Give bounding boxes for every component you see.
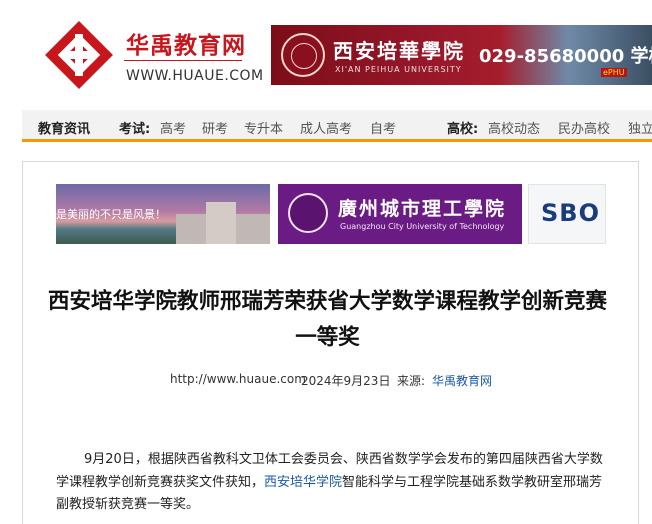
banner-school-en: XI'AN PEIHUA UNIVERSITY — [335, 65, 462, 74]
nav-exam-link[interactable]: 研考 — [202, 118, 228, 137]
sbo-logo-text: SBO — [541, 199, 600, 227]
university-seal-icon — [281, 33, 325, 77]
gcu-ad[interactable]: 廣州城市理工學院 Guangzhou City University of Te… — [278, 184, 522, 244]
header-banner-ad[interactable]: 西安培華學院 XI'AN PEIHUA UNIVERSITY 029-85680… — [271, 25, 652, 85]
nav-school-link[interactable]: 高校动态 — [488, 118, 540, 137]
ad1-slogan: 是美丽的不只是风景！ — [56, 208, 166, 221]
article-paragraph: 9月20日，根据陕西省教科文卫体工会委员会、陕西省数学学会发布的第四届陕西省大学… — [56, 449, 608, 517]
banner-tag: ePHU — [601, 68, 627, 77]
article-url: http://www.huaue.com — [170, 372, 306, 386]
school-link[interactable]: 西安培华学院 — [264, 475, 342, 490]
nav-exam-label: 考试: — [119, 122, 151, 137]
nav-school-link[interactable]: 独立 — [628, 118, 652, 137]
site-name[interactable]: 华禹教育网 — [126, 26, 246, 60]
nav-news-link[interactable]: 教育资讯 — [38, 118, 90, 137]
article-source-label: 来源: — [397, 374, 426, 388]
banner-school-name: 西安培華學院 — [333, 39, 465, 63]
article-date: 2024年9月23日 — [301, 374, 391, 388]
nav-exam-link[interactable]: 成人高考 — [300, 118, 352, 137]
banner-phone: 029-85680000 学校代 — [479, 46, 652, 67]
sbo-ad[interactable]: SBO — [528, 184, 606, 244]
nav-school-link[interactable]: 民办高校 — [558, 118, 610, 137]
article-source-link[interactable]: 华禹教育网 — [432, 372, 492, 389]
nav-exam-link[interactable]: 自考 — [370, 118, 396, 137]
nav-exam-link[interactable]: 高考 — [160, 118, 186, 137]
nav-school-label: 高校: — [447, 122, 479, 137]
gcu-name: 廣州城市理工學院 — [338, 198, 507, 220]
campus-scenery-ad[interactable]: 是美丽的不只是风景！ — [56, 184, 270, 244]
nav-exam-link[interactable]: 专升本 — [244, 118, 283, 137]
gcu-name-en: Guangzhou City University of Technology — [340, 222, 505, 231]
article-title: 西安培华学院教师邢瑞芳荣获省大学数学课程教学创新竞赛一等奖 — [47, 289, 607, 350]
main-nav: 教育资讯 考试: 高考 研考 专升本 成人高考 自考 高校: 高校动态 民办高校… — [22, 110, 652, 142]
site-logo-icon[interactable] — [44, 20, 114, 90]
ad-building-shape — [206, 202, 236, 244]
gcu-seal-icon — [288, 193, 328, 233]
logo-divider — [124, 60, 242, 61]
site-url[interactable]: WWW.HUAUE.COM — [126, 68, 264, 84]
